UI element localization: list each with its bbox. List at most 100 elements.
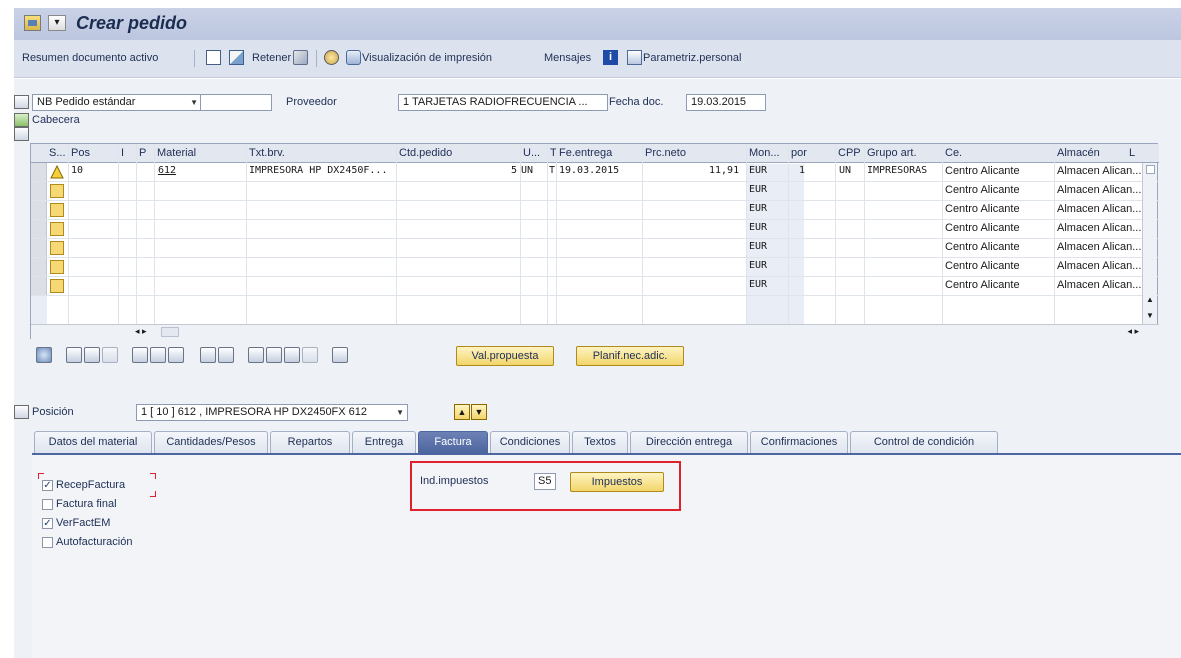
personal-settings-icon[interactable]: [627, 50, 642, 65]
check-icon[interactable]: [293, 50, 308, 65]
multiple-items-icon[interactable]: [229, 50, 244, 65]
col-header[interactable]: Fe.entrega: [559, 147, 612, 159]
por-cell[interactable]: 1: [799, 165, 805, 176]
table-row[interactable]: EUR Centro Alicante Almacen Alican...: [31, 201, 1159, 220]
mensajes-button[interactable]: Mensajes: [544, 52, 591, 64]
visualizacion-impresion-button[interactable]: Visualización de impresión: [362, 52, 492, 64]
moneda-cell[interactable]: EUR: [749, 184, 767, 195]
status-cell[interactable]: [50, 260, 64, 274]
retener-button[interactable]: Retener: [252, 52, 291, 64]
other-document-icon[interactable]: [206, 50, 221, 65]
moneda-cell[interactable]: EUR: [749, 203, 767, 214]
row-selector[interactable]: [31, 258, 47, 276]
filter-icon[interactable]: [284, 347, 300, 363]
almacen-cell[interactable]: Almacen Alican...: [1057, 279, 1141, 291]
status-cell[interactable]: [50, 184, 64, 198]
item-overview-icon[interactable]: [14, 127, 29, 141]
almacen-cell[interactable]: Almacen Alican...: [1057, 203, 1141, 215]
glasses-icon[interactable]: [324, 50, 339, 65]
autofacturacion-checkbox[interactable]: [42, 537, 53, 548]
precio-neto-cell[interactable]: 11,91: [709, 165, 739, 176]
parametriz-personal-button[interactable]: Parametriz.personal: [643, 52, 741, 64]
centro-cell[interactable]: Centro Alicante: [945, 241, 1020, 253]
col-header[interactable]: Almacén: [1057, 147, 1100, 159]
sort-asc-icon[interactable]: [248, 347, 264, 363]
col-header[interactable]: Grupo art.: [867, 147, 917, 159]
tab-textos[interactable]: Textos: [572, 431, 628, 453]
tab-entrega[interactable]: Entrega: [352, 431, 416, 453]
resumen-documento-button[interactable]: Resumen documento activo: [22, 52, 158, 64]
select-all-icon[interactable]: [66, 347, 82, 363]
tab-control-condicion[interactable]: Control de condición: [850, 431, 998, 453]
fecha-entrega-cell[interactable]: 19.03.2015: [559, 165, 619, 176]
vertical-scrollbar[interactable]: ▼ ▲: [1142, 163, 1157, 324]
row-selector[interactable]: [31, 239, 47, 257]
moneda-cell[interactable]: EUR: [749, 279, 767, 290]
lock-icon[interactable]: [150, 347, 166, 363]
col-header[interactable]: I: [121, 147, 124, 159]
scroll-right-icon[interactable]: ◂ ▸: [1127, 326, 1139, 337]
fecha-doc-input[interactable]: 19.03.2015: [686, 94, 766, 111]
t-cell[interactable]: T: [549, 165, 555, 176]
col-header[interactable]: U...: [523, 147, 540, 159]
doc-type-select[interactable]: NB Pedido estándar ▼: [32, 94, 202, 111]
unidad-cell[interactable]: UN: [521, 165, 533, 176]
material-cell[interactable]: 612: [158, 165, 176, 176]
col-header[interactable]: Ctd.pedido: [399, 147, 452, 159]
tab-direccion-entrega[interactable]: Dirección entrega: [630, 431, 748, 453]
centro-cell[interactable]: Centro Alicante: [945, 203, 1020, 215]
txt-cell[interactable]: IMPRESORA HP DX2450F...: [249, 165, 387, 176]
document-overview-icon[interactable]: [14, 95, 29, 109]
table-row[interactable]: EUR Centro Alicante Almacen Alican...: [31, 182, 1159, 201]
scroll-up-icon[interactable]: ▲: [1146, 295, 1154, 304]
status-cell[interactable]: [50, 222, 64, 236]
sort-desc-icon[interactable]: [266, 347, 282, 363]
header-expand-icon[interactable]: [14, 113, 29, 127]
col-header[interactable]: Txt.brv.: [249, 147, 285, 159]
cabecera-label[interactable]: Cabecera: [32, 114, 80, 126]
proveedor-input[interactable]: 1 TARJETAS RADIOFRECUENCIA ...: [398, 94, 608, 111]
position-select[interactable]: 1 [ 10 ] 612 , IMPRESORA HP DX2450FX 612…: [136, 404, 408, 421]
row-selector[interactable]: [31, 277, 47, 295]
status-cell[interactable]: [50, 241, 64, 255]
tab-repartos[interactable]: Repartos: [270, 431, 350, 453]
almacen-cell[interactable]: Almacen Alican...: [1057, 184, 1141, 196]
tab-confirmaciones[interactable]: Confirmaciones: [750, 431, 848, 453]
details-icon[interactable]: [36, 347, 52, 363]
scroll-left-icon[interactable]: ◂ ▸: [135, 326, 147, 337]
grupo-art-cell[interactable]: IMPRESORAS: [867, 165, 927, 176]
col-header[interactable]: S...: [49, 147, 66, 159]
almacen-cell[interactable]: Almacen Alican...: [1057, 241, 1141, 253]
previous-item-icon[interactable]: ▲: [454, 404, 470, 420]
copy-row-icon[interactable]: [200, 347, 216, 363]
almacen-cell[interactable]: Almacen Alican...: [1057, 260, 1141, 272]
document-icon[interactable]: [332, 347, 348, 363]
table-row[interactable]: 10 612 IMPRESORA HP DX2450F... 5 UN T 19…: [31, 163, 1159, 182]
chevron-down-icon[interactable]: ▼: [190, 95, 198, 110]
centro-cell[interactable]: Centro Alicante: [945, 260, 1020, 272]
remove-filter-icon[interactable]: [302, 347, 318, 363]
moneda-cell[interactable]: EUR: [749, 222, 767, 233]
copy-icon[interactable]: [102, 347, 118, 363]
verfactem-checkbox[interactable]: ✓: [42, 518, 53, 529]
valpropuesta-button[interactable]: Val.propuesta: [456, 346, 554, 366]
tab-cantidades-pesos[interactable]: Cantidades/Pesos: [154, 431, 268, 453]
pos-cell[interactable]: 10: [71, 165, 83, 176]
table-row[interactable]: EUR Centro Alicante Almacen Alican...: [31, 277, 1159, 296]
horizontal-scrollbar[interactable]: ◂ ▸ ◂ ▸: [31, 324, 1159, 339]
transaction-icon[interactable]: [24, 15, 41, 31]
factura-final-checkbox[interactable]: [42, 499, 53, 510]
status-cell[interactable]: [50, 279, 64, 293]
cantidad-cell[interactable]: 5: [511, 165, 517, 176]
row-selector[interactable]: [31, 201, 47, 219]
item-detail-icon[interactable]: [14, 405, 29, 419]
table-row[interactable]: EUR Centro Alicante Almacen Alican...: [31, 220, 1159, 239]
next-item-icon[interactable]: ▼: [471, 404, 487, 420]
planif-nec-adic-button[interactable]: Planif.nec.adic.: [576, 346, 684, 366]
table-row[interactable]: EUR Centro Alicante Almacen Alican...: [31, 239, 1159, 258]
status-cell[interactable]: [50, 203, 64, 217]
col-header[interactable]: Pos: [71, 147, 90, 159]
row-selector[interactable]: [31, 220, 47, 238]
col-header[interactable]: CPP: [838, 147, 861, 159]
table-settings-icon[interactable]: [218, 347, 234, 363]
